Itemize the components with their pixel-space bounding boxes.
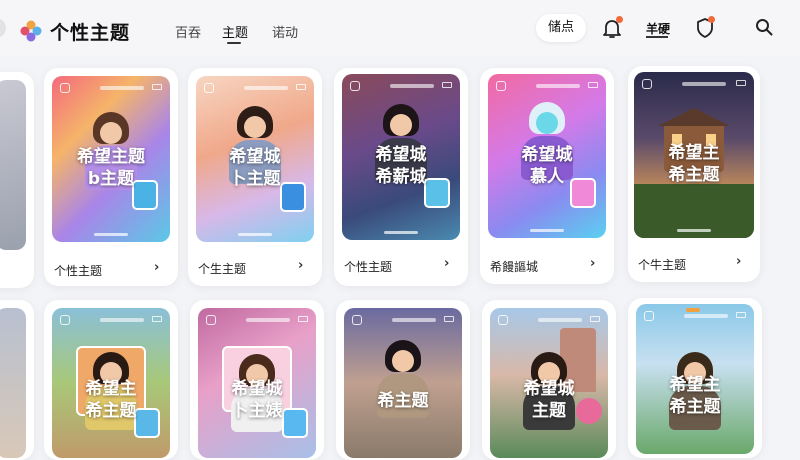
theme-preview: 希望主题 b主题 — [52, 76, 170, 242]
theme-title-line: 卜主题 — [229, 169, 281, 189]
theme-card-label: 个性主题 — [54, 264, 103, 278]
theme-title-line: 希望城 — [229, 147, 281, 167]
tab-home[interactable]: 百吞 — [175, 22, 201, 41]
theme-title-line: 希主题 — [377, 391, 429, 411]
theme-title-line: 希望主 — [669, 375, 721, 395]
theme-preview: 希望主 希主题 — [634, 72, 754, 238]
theme-card[interactable]: 希主题 — [336, 300, 470, 460]
chevron-right-icon[interactable]: › — [298, 258, 303, 273]
theme-card[interactable]: 希望城 主题 — [482, 300, 616, 460]
theme-title-line: 希望主 — [668, 143, 720, 163]
theme-card-label: 个牛主题 — [638, 258, 687, 272]
theme-card-label: 希饅謳城 — [490, 260, 539, 274]
theme-title-line: 希主题 — [85, 401, 137, 421]
app-title: 个性主题 — [50, 22, 131, 44]
theme-preview: 希望城 卜主婊 — [198, 308, 316, 458]
theme-title-line: 希主题 — [669, 397, 721, 417]
chevron-right-icon[interactable]: › — [154, 260, 159, 275]
theme-title-line: 希望主 — [85, 379, 137, 399]
theme-card[interactable]: 希望主 希主题 — [44, 300, 178, 460]
theme-preview: 希望主 希主题 — [52, 308, 170, 458]
theme-title-line: 希望城 — [375, 145, 427, 165]
theme-title-line: 希主题 — [668, 165, 720, 185]
theme-title-line: 希望主题 — [77, 147, 145, 167]
tab-active-indicator — [227, 42, 241, 44]
theme-preview: 希望城 慕人 — [488, 74, 606, 238]
theme-title-line: 希薪城 — [375, 167, 427, 187]
user-underline — [646, 36, 668, 38]
logo-icon — [20, 20, 42, 42]
chevron-right-icon[interactable]: › — [444, 256, 449, 271]
theme-title-line: 慕人 — [530, 167, 564, 187]
theme-card[interactable]: 希望主 希主题 个牛主题 › — [628, 66, 760, 282]
theme-preview — [0, 80, 26, 250]
theme-card[interactable]: 希望城 希薪城 个性主题 › — [334, 68, 468, 286]
theme-preview — [0, 308, 26, 458]
theme-preview: 希主题 — [344, 308, 462, 458]
top-bar: 个性主题 百吞 主题 诺动 储点 羊硬 — [0, 0, 800, 56]
theme-title-line: 主题 — [532, 401, 566, 421]
chevron-right-icon[interactable]: › — [736, 254, 741, 269]
tab-activity[interactable]: 诺动 — [272, 22, 298, 41]
theme-preview: 希望城 卜主题 — [196, 76, 314, 242]
theme-card[interactable]: 希望主 希主题 — [628, 298, 762, 458]
theme-card[interactable] — [0, 300, 34, 460]
theme-title-line: 希望城 — [231, 379, 283, 399]
points-button[interactable]: 储点 — [536, 14, 586, 42]
theme-card-label: 个性主题 — [344, 260, 393, 274]
theme-card[interactable]: 希望城 卜主婊 — [190, 300, 324, 460]
theme-card[interactable]: 希望城 卜主题 个生主题 › — [188, 68, 322, 286]
back-icon[interactable] — [0, 18, 6, 38]
tab-themes[interactable]: 主题 — [222, 22, 248, 41]
chevron-right-icon[interactable]: › — [590, 256, 595, 271]
theme-title-line: 卜主婊 — [231, 401, 283, 421]
theme-preview: 希望主 希主题 — [636, 304, 754, 454]
theme-preview: 希望城 希薪城 — [342, 74, 460, 240]
theme-card[interactable]: › — [0, 72, 34, 347]
theme-card-label: 个生主题 — [198, 262, 247, 276]
shield-badge-dot — [708, 16, 715, 23]
notification-dot — [616, 16, 623, 23]
search-icon[interactable] — [754, 17, 774, 37]
theme-title-line: 希望城 — [523, 379, 575, 399]
theme-title-line: 希望城 — [521, 145, 573, 165]
theme-card[interactable]: 希望城 慕人 希饅謳城 › — [480, 68, 614, 284]
user-name[interactable]: 羊硬 — [646, 20, 670, 37]
theme-title-line: b主题 — [87, 169, 135, 189]
theme-preview: 希望城 主题 — [490, 308, 608, 458]
theme-card[interactable]: 希望主题 b主题 个性主题 › — [44, 68, 178, 286]
